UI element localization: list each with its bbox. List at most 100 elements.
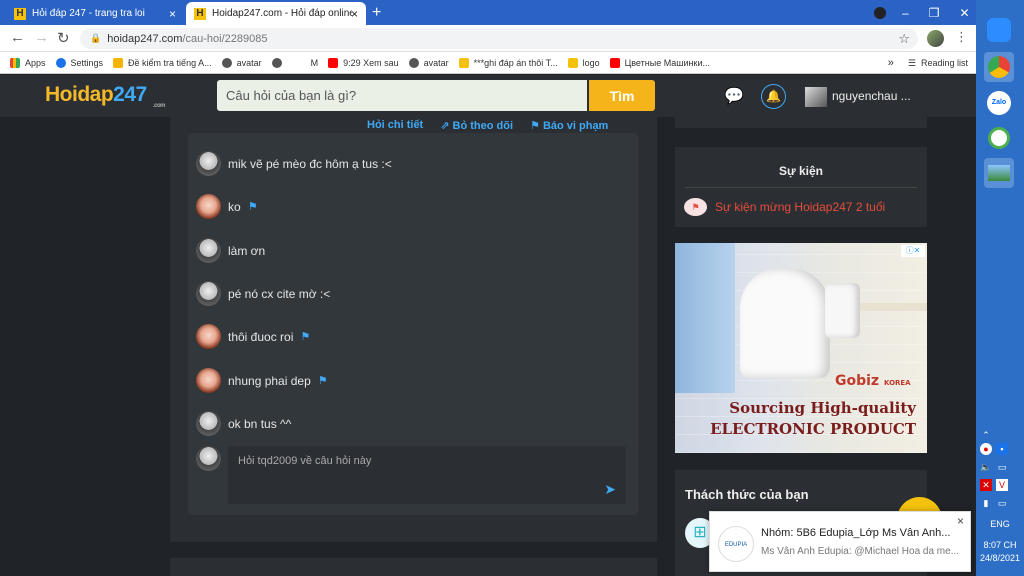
bookmark-xem-sau[interactable]: 9:29 Xem sau <box>328 57 399 68</box>
new-tab-button[interactable]: + <box>372 4 381 22</box>
comment-item: pé nó cx cite mờ :< <box>196 281 330 306</box>
reply-input[interactable]: Hỏi tqd2009 về câu hỏi này ➤ <box>228 446 626 504</box>
coccoc-app-icon[interactable] <box>984 123 1014 153</box>
tab-title: Hoidap247.com - Hỏi đáp online <box>212 8 352 19</box>
bookmark-ghi-dap-an[interactable]: ***ghi đáp án thôi T... <box>458 57 558 68</box>
username[interactable]: nguyenchau ... <box>832 89 911 103</box>
ask-detail-link[interactable]: Hỏi chi tiết <box>367 119 423 132</box>
tray-app-icon[interactable]: ▭ <box>996 461 1008 473</box>
globe-icon <box>271 57 282 68</box>
bookmark-de-kiem-tra[interactable]: Đề kiểm tra tiếng A... <box>113 57 212 68</box>
reload-icon[interactable]: ↻ <box>57 29 70 47</box>
tray-expand-icon[interactable]: ⌃ <box>980 429 992 441</box>
browser-tab-bar: H Hỏi đáp 247 - trang tra loi × H Hoidap… <box>0 0 976 25</box>
reading-list-icon: ☰ <box>907 57 916 68</box>
browser-tab-1[interactable]: H Hỏi đáp 247 - trang tra loi × <box>6 2 184 25</box>
flag-icon[interactable]: ⚑ <box>300 330 310 343</box>
network-icon[interactable]: ▮ <box>980 497 992 509</box>
ad-headline-1: Sourcing High-quality <box>729 399 916 417</box>
ad-person-image <box>675 243 735 393</box>
ad-choices-icon[interactable]: ⓘ✕ <box>901 245 925 257</box>
reading-list-button[interactable]: Reading list <box>921 58 968 68</box>
photos-app-icon[interactable] <box>984 158 1014 188</box>
tab-close-icon[interactable]: × <box>351 7 358 21</box>
gear-icon <box>55 57 66 68</box>
close-window-button[interactable]: ✕ <box>959 6 969 20</box>
avatar[interactable] <box>196 368 221 393</box>
flag-icon[interactable]: ⚑ <box>248 200 258 213</box>
address-bar[interactable]: 🔒 hoidap247.com/cau-hoi/2289085 ☆ <box>80 28 918 49</box>
bell-icon[interactable]: 🔔 <box>761 84 786 109</box>
youtube-icon <box>328 57 339 68</box>
profile-avatar[interactable] <box>927 30 944 47</box>
bookmark-logo[interactable]: logo <box>567 57 600 68</box>
bookmark-globe[interactable] <box>271 57 287 68</box>
bookmark-apps[interactable]: Apps <box>10 57 46 68</box>
avatar[interactable] <box>196 151 221 176</box>
bookmarks-overflow-icon[interactable]: » <box>888 57 894 69</box>
browser-menu-icon[interactable]: ⋮ <box>955 29 968 45</box>
tab-close-icon[interactable]: × <box>169 7 176 21</box>
flag-icon[interactable]: ⚑ <box>318 374 328 387</box>
bookmark-avatar-1[interactable]: avatar <box>221 57 262 68</box>
tray-app-icon[interactable]: ✕ <box>980 479 992 491</box>
chat-icon[interactable]: 💬 <box>723 86 745 108</box>
flag-icon: ⚑ <box>684 198 707 216</box>
chrome-app-icon[interactable] <box>984 52 1014 82</box>
zoom-app-icon[interactable] <box>984 15 1014 45</box>
bookmark-cars[interactable]: Цветные Машинки... <box>609 57 710 68</box>
volume-icon[interactable]: 🔈 <box>980 461 992 473</box>
hoidap-favicon-icon: H <box>194 7 206 20</box>
avatar[interactable] <box>196 281 221 306</box>
tray-app-icon[interactable]: ▪ <box>996 443 1008 455</box>
sidebar-top-card <box>675 117 927 128</box>
bookmark-gmail[interactable]: M <box>297 58 319 68</box>
clock-date[interactable]: 24/8/2021 <box>976 553 1024 563</box>
search-button[interactable]: Tìm <box>589 80 655 111</box>
send-icon[interactable]: ➤ <box>604 481 616 498</box>
tray-app-icon[interactable]: ● <box>980 443 992 455</box>
report-link[interactable]: ⚑ Báo vi phạm <box>530 119 608 132</box>
hoidap-favicon-icon <box>458 57 469 68</box>
avatar[interactable] <box>196 324 221 349</box>
event-link[interactable]: ⚑ Sự kiện mừng Hoidap247 2 tuổi <box>684 198 885 216</box>
bookmark-star-icon[interactable]: ☆ <box>898 31 910 47</box>
unfollow-link[interactable]: ⇗ Bỏ theo dõi <box>440 119 513 132</box>
avatar[interactable] <box>196 238 221 263</box>
tab-title: Hỏi đáp 247 - trang tra loi <box>32 8 145 19</box>
user-avatar[interactable] <box>805 87 827 107</box>
input-language[interactable]: ENG <box>976 519 1024 529</box>
notification-toast[interactable]: EDUPIA Nhóm: 5B6 Edupia_Lớp Ms Vân Anh..… <box>709 511 971 572</box>
avatar[interactable] <box>196 411 221 436</box>
search-placeholder: Câu hỏi của bạn là gì? <box>226 88 357 103</box>
site-header: Hoidap247 .com Câu hỏi của bạn là gì? Tì… <box>0 75 976 117</box>
zalo-app-icon[interactable]: Zalo <box>984 88 1014 118</box>
bookmark-settings[interactable]: Settings <box>55 57 103 68</box>
forward-arrow-icon[interactable]: → <box>34 29 49 46</box>
clock-time[interactable]: 8:07 CH <box>976 540 1024 550</box>
maximize-button[interactable]: ❐ <box>929 6 940 20</box>
hoidap-favicon-icon: H <box>14 7 26 20</box>
notification-close-icon[interactable]: × <box>957 514 964 528</box>
advertisement[interactable]: ⓘ✕ Gobiz KOREA Sourcing High-quality ELE… <box>675 243 927 453</box>
search-input[interactable]: Câu hỏi của bạn là gì? <box>217 80 587 111</box>
avatar[interactable] <box>196 194 221 219</box>
ad-tank-image <box>825 283 860 338</box>
youtube-icon <box>609 57 620 68</box>
battery-icon[interactable]: ▭ <box>996 497 1008 509</box>
apps-grid-icon <box>10 57 20 68</box>
minimize-button[interactable]: – <box>902 6 909 20</box>
bookmark-avatar-2[interactable]: avatar <box>408 57 449 68</box>
comment-thread: mik vẽ pé mèo đc hôm ạ tus :< ko ⚑ làm ơ… <box>188 133 638 515</box>
tray-app-icon[interactable]: V <box>996 479 1008 491</box>
question-actions: Hỏi chi tiết ⇗ Bỏ theo dõi ⚑ Báo vi phạm <box>367 119 608 132</box>
browser-toolbar: ← → ↻ 🔒 hoidap247.com/cau-hoi/2289085 ☆ … <box>0 25 976 52</box>
edupia-logo-icon: EDUPIA <box>718 526 754 562</box>
avatar <box>196 446 221 471</box>
url-path: /cau-hoi/2289085 <box>182 32 268 45</box>
back-arrow-icon[interactable]: ← <box>10 29 25 46</box>
site-logo[interactable]: Hoidap247 .com <box>45 83 166 109</box>
browser-tab-2[interactable]: H Hoidap247.com - Hỏi đáp online × <box>186 2 366 25</box>
ad-toilet-image <box>740 268 830 378</box>
profile-indicator-icon[interactable] <box>874 0 886 25</box>
